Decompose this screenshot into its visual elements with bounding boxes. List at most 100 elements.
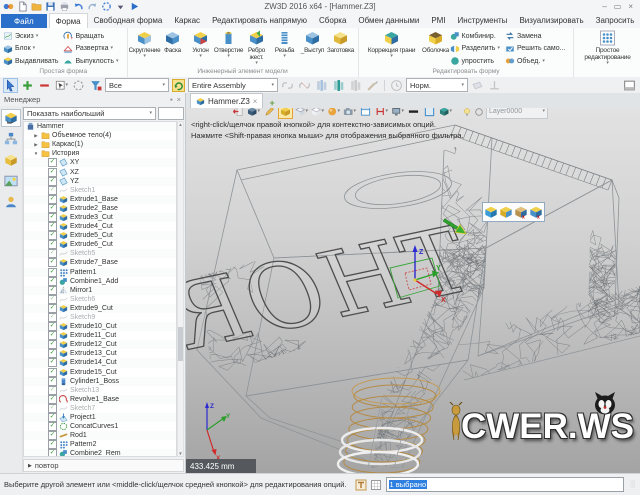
window-maximize-button[interactable]: ▭	[614, 1, 622, 12]
frame-icon[interactable]	[422, 108, 437, 119]
grid-icon[interactable]	[370, 479, 382, 491]
ribbon-button-Уклон[interactable]: Уклон▾	[187, 30, 215, 59]
user-icon[interactable]	[1, 193, 21, 211]
tree-scrollbar[interactable]: ▲▼	[177, 121, 184, 457]
ribbon-tab-6[interactable]: Обмен данными	[352, 13, 425, 28]
visibility-checkbox[interactable]: ✓	[48, 277, 57, 286]
collapse-icon[interactable]: ▼	[33, 151, 39, 156]
ribbon-button-Выпуклость[interactable]: Выпуклость▾	[63, 55, 118, 67]
visibility-checkbox[interactable]: ✓	[48, 413, 57, 422]
ribbon-button-Отверстие[interactable]: Отверстие▾	[215, 30, 243, 59]
ribbon-button-Объед.[interactable]: Объед.▾	[505, 55, 566, 67]
save-icon[interactable]	[45, 1, 56, 12]
tree-item-Extrude3_Cut[interactable]: ✓Extrude3_Cut	[24, 213, 176, 222]
tree-item-XY[interactable]: ✓XY	[24, 158, 176, 167]
ribbon-tab-2[interactable]: Свободная форма	[88, 13, 169, 28]
visibility-checkbox[interactable]: ✓	[48, 204, 57, 213]
select-filter-icon[interactable]	[88, 78, 103, 93]
link-icon[interactable]	[280, 78, 295, 93]
ribbon-button-Заготовка[interactable]: Заготовка	[327, 30, 355, 54]
tree-item-Extrude11_Cut[interactable]: ✓Extrude11_Cut	[24, 331, 176, 340]
new-file-icon[interactable]	[17, 1, 28, 12]
visibility-checkbox[interactable]: ✓	[48, 195, 57, 204]
visibility-checkbox[interactable]: ✓	[48, 340, 57, 349]
document-tab[interactable]: Hammer.Z3 ×	[190, 93, 263, 108]
tree-item-Mirror1[interactable]: ✓Mirror1	[24, 286, 176, 295]
solid-icon[interactable]	[1, 151, 21, 169]
visibility-checkbox[interactable]: ✓	[48, 158, 57, 167]
document-tab-close-icon[interactable]: ×	[253, 97, 258, 106]
visibility-checkbox[interactable]: ✓	[48, 377, 57, 386]
visibility-checkbox[interactable]: ✓	[48, 231, 57, 240]
open-file-icon[interactable]	[31, 1, 42, 12]
tree-item-XZ[interactable]: ✓XZ	[24, 167, 176, 176]
edit-sketch-icon[interactable]	[262, 108, 277, 119]
shade-mode-icon[interactable]	[278, 108, 293, 119]
visibility-checkbox[interactable]: ✓	[48, 322, 57, 331]
ribbon-button-Разделить[interactable]: Разделить▾	[450, 43, 500, 55]
brush-icon[interactable]	[365, 78, 380, 93]
manager-tree-icon[interactable]	[1, 109, 21, 127]
panel-toggle-icon[interactable]	[622, 78, 637, 93]
ghost-cube-icon[interactable]: ▾	[310, 108, 325, 119]
ribbon-button-Решить само...[interactable]: Решить само...	[505, 43, 566, 55]
ribbon-tab-5[interactable]: Сборка	[313, 13, 352, 28]
visibility-checkbox[interactable]: ✓	[48, 349, 57, 358]
section-icon[interactable]: ▾	[374, 108, 389, 119]
visibility-checkbox[interactable]: ✓	[48, 395, 57, 404]
tree-item-Sketch5[interactable]: ✓Sketch5	[24, 249, 176, 258]
tree-item-Sketch9[interactable]: ✓Sketch9	[24, 313, 176, 322]
undo-icon[interactable]	[73, 1, 84, 12]
tree-item-История[interactable]: ▼История	[24, 149, 176, 158]
assembly-regen-icon[interactable]	[171, 78, 186, 93]
tree-item-Sketch7[interactable]: ✓Sketch7	[24, 404, 176, 413]
cube-d-icon[interactable]: x	[529, 205, 543, 219]
pick-filter-icon[interactable]: ▾	[54, 78, 69, 93]
tree-item-Sketch13[interactable]: ✓Sketch13	[24, 386, 176, 395]
tree-item-Combine1_Add[interactable]: ✓Combine1_Add	[24, 277, 176, 286]
stack-blue-icon[interactable]	[314, 78, 329, 93]
tree-item-Extrude9_Cut[interactable]: ✓Extrude9_Cut	[24, 304, 176, 313]
viewport[interactable]: THOR	[186, 108, 640, 473]
cube-a-icon[interactable]	[484, 205, 498, 219]
shaded-cube-icon[interactable]: ▾	[438, 108, 453, 119]
assembly-scope-combo[interactable]: Entire Assembly▾	[188, 78, 278, 92]
visibility-checkbox[interactable]: ✓	[48, 304, 57, 313]
ribbon-button-Фаска[interactable]: Фаска	[159, 30, 187, 54]
visibility-checkbox[interactable]: ✓	[48, 313, 57, 322]
ribbon-button-упростить[interactable]: упростить	[450, 55, 500, 67]
layer-combo[interactable]: Layer0000▾	[486, 108, 548, 119]
tree-item-Revolve1_Base[interactable]: ✓Revolve1_Base	[24, 395, 176, 404]
panel-close-icon[interactable]: ×	[177, 95, 181, 104]
tree-item-Sketch1[interactable]: ✓Sketch1	[24, 186, 176, 195]
visibility-checkbox[interactable]: ✓	[48, 213, 57, 222]
ribbon-button-Комбинир.[interactable]: Комбинир.	[450, 30, 500, 42]
tree-item-Extrude7_Base[interactable]: ✓Extrude7_Base	[24, 258, 176, 267]
window-icon[interactable]	[358, 108, 373, 119]
visibility-checkbox[interactable]: ✓	[48, 404, 57, 413]
dropdown-arrow-icon[interactable]	[115, 1, 126, 12]
unlink-icon[interactable]	[297, 78, 312, 93]
ribbon-button-_Выступ[interactable]: _Выступ	[299, 30, 327, 54]
repeat-bar[interactable]: ▶ повтор	[23, 459, 184, 472]
ribbon-tab-7[interactable]: PMI	[425, 13, 451, 28]
tree-item-Sketch6[interactable]: ✓Sketch6	[24, 295, 176, 304]
expand-icon[interactable]: ▶	[33, 133, 39, 139]
visibility-checkbox[interactable]: ✓	[48, 177, 57, 186]
ribbon-button-Блок[interactable]: Блок▾	[3, 43, 58, 55]
ribbon-tab-4[interactable]: Редактировать напрямую	[206, 13, 313, 28]
tree-filter-cell[interactable]	[158, 107, 184, 120]
ribbon-button-Эскиз[interactable]: Эскиз▾	[3, 30, 58, 42]
ribbon-tab-3[interactable]: Каркас	[168, 13, 206, 28]
camera-icon[interactable]: ▾	[342, 108, 357, 119]
add-select-icon[interactable]	[20, 78, 35, 93]
bulb-icon[interactable]	[462, 108, 472, 117]
visibility-checkbox[interactable]: ✓	[48, 258, 57, 267]
ribbon-button-Оболочка[interactable]: Оболочка	[422, 30, 450, 54]
selection-input[interactable]: 1 выбрано	[386, 477, 624, 492]
visualize-icon[interactable]	[1, 172, 21, 190]
ribbon-button-Выдавливать[interactable]: Выдавливать	[3, 55, 58, 67]
visibility-checkbox[interactable]: ✓	[48, 331, 57, 340]
tree-item-Pattern2[interactable]: ✓Pattern2	[24, 440, 176, 449]
visibility-checkbox[interactable]: ✓	[48, 295, 57, 304]
